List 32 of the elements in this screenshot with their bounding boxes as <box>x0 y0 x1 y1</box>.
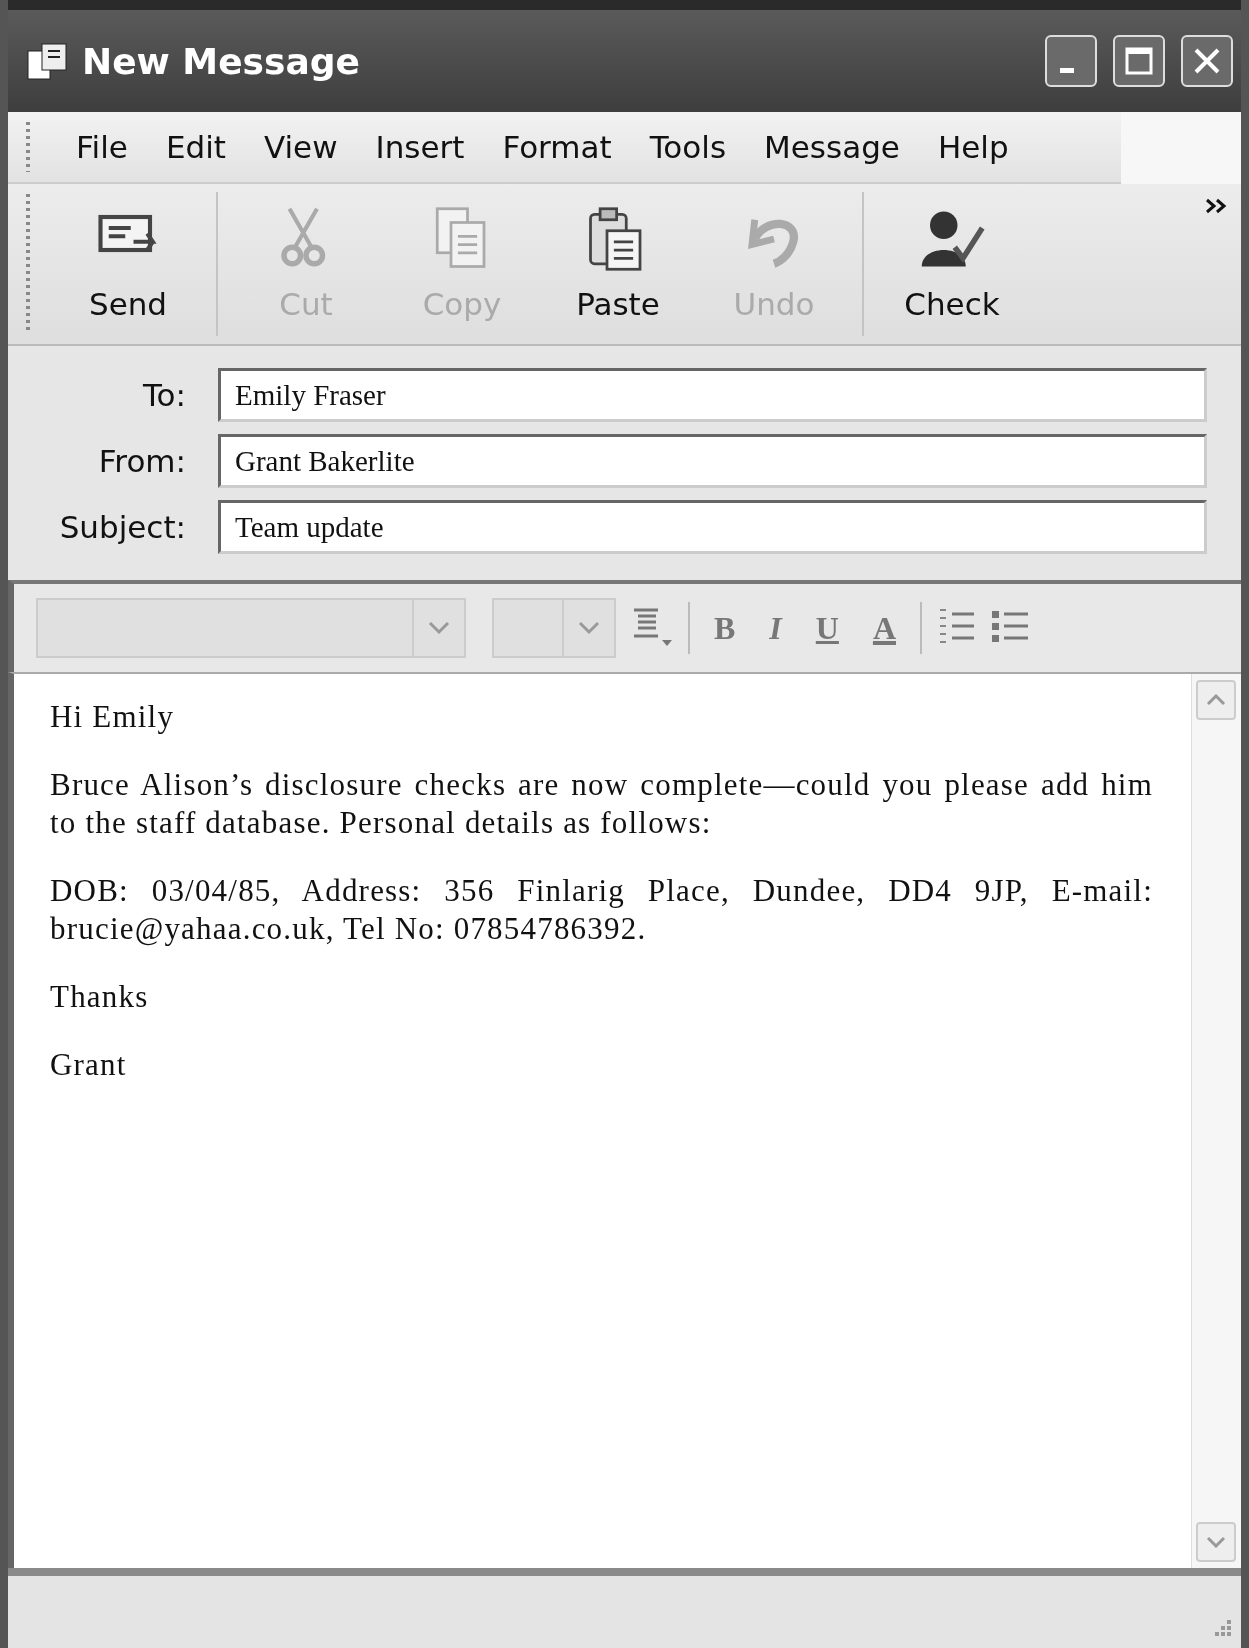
message-paragraph: Grant <box>50 1046 128 1084</box>
format-button[interactable]: I <box>759 609 792 647</box>
window-title: New Message <box>82 40 361 82</box>
toolbar-button[interactable]: Check <box>874 192 1030 336</box>
field-label: Subject: <box>59 509 186 545</box>
message-paragraph: Hi Emily <box>50 698 176 736</box>
message-paragraph: Thanks <box>50 978 150 1016</box>
close-icon <box>1193 47 1221 75</box>
input-field[interactable]: Emily Fraser <box>218 368 1207 422</box>
scroll-up-button[interactable] <box>1196 680 1236 720</box>
close-button[interactable] <box>1181 35 1233 87</box>
format-button[interactable]: A <box>862 609 906 647</box>
format-button[interactable]: B <box>704 609 746 647</box>
message-paragraph: Bruce Alison’s disclosure checks are now complete—could you please add him to the staff database. Personal details as follows: <box>50 766 1153 842</box>
maximize-button[interactable] <box>1113 35 1165 87</box>
input-field[interactable]: Grant Bakerlite <box>218 434 1207 488</box>
format-button[interactable]: U <box>805 609 849 647</box>
field-label: From: <box>98 443 186 479</box>
caret-icon <box>428 621 450 635</box>
toolbar-button[interactable]: Send <box>50 192 206 336</box>
minimize-icon <box>1060 67 1074 73</box>
minimize-button[interactable] <box>1045 35 1097 87</box>
scrollbar[interactable] <box>1191 674 1241 1568</box>
caret-icon <box>578 621 600 635</box>
chevron-icon <box>1205 198 1227 214</box>
maximize-icon <box>1125 47 1153 75</box>
window-icon <box>26 41 70 81</box>
input-field[interactable]: Team update <box>218 500 1207 554</box>
toolbar-button[interactable]: Paste <box>540 192 696 336</box>
field-label: To: <box>142 377 186 413</box>
scroll-down-button[interactable] <box>1196 1522 1236 1562</box>
message-paragraph: DOB: 03/04/85, Address: 356 Finlarig Place, Dundee, DD4 9JP, E-mail: brucie@yahaa.co.uk, Tel No: 07854786392. <box>50 872 1153 948</box>
